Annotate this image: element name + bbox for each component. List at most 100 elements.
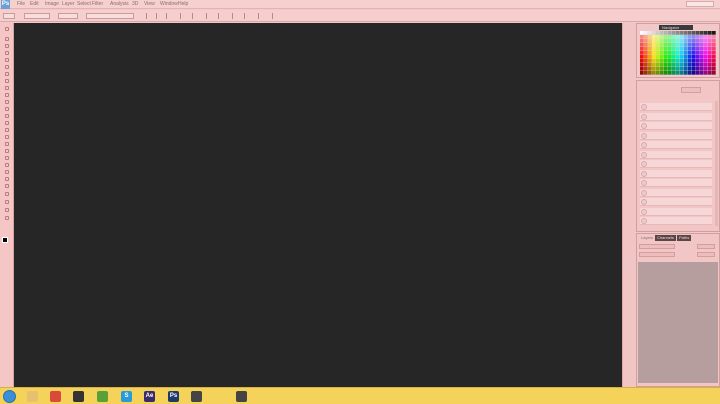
tool-button[interactable] [3,120,11,127]
align-icon[interactable] [156,13,160,19]
tool-button[interactable] [3,78,11,85]
style-preset-row[interactable] [640,198,712,206]
menu-item-3d[interactable]: 3D [132,1,138,7]
opacity-field[interactable] [697,244,715,249]
explorer-icon[interactable] [27,391,38,402]
swatch [708,63,712,67]
chrome-icon[interactable] [50,391,61,402]
style-preset-row[interactable] [640,141,712,149]
tool-button[interactable] [3,176,11,183]
panel-scrollbar[interactable] [715,101,718,226]
menu-item-layer[interactable]: Layer [62,1,75,7]
menu-item-window[interactable]: Window [160,1,178,7]
style-preset-row[interactable] [640,122,712,130]
tool-button[interactable] [3,162,11,169]
swatches-grid[interactable] [640,31,716,75]
skype-icon[interactable]: S [121,391,132,402]
tool-button[interactable] [3,155,11,162]
layers-list[interactable] [638,262,718,383]
workspace-switcher[interactable] [686,1,714,7]
tool-button[interactable] [3,148,11,155]
tab-channels[interactable]: Channels [655,235,676,241]
start-button[interactable] [3,390,16,403]
align-icon[interactable] [166,13,170,19]
style-preset-row[interactable] [640,169,712,178]
distribute-icon[interactable] [232,13,236,19]
app2-icon[interactable] [236,391,247,402]
fill-field[interactable] [697,252,715,257]
menu-item-filter[interactable]: Filter [92,1,103,7]
tool-button[interactable] [3,71,11,78]
menu-item-view[interactable]: View [144,1,155,7]
tab-paths[interactable]: Paths [677,235,692,241]
panel-menu-icon[interactable] [707,87,715,93]
lock-icons[interactable] [639,252,675,257]
distribute-icon[interactable] [218,13,222,19]
app-icon[interactable] [191,391,202,402]
tool-button[interactable] [3,141,11,148]
spotify-icon[interactable] [97,391,108,402]
tool-button[interactable] [3,169,11,176]
align-icon[interactable] [146,13,150,19]
style-preset-row[interactable] [640,150,712,159]
tool-button[interactable] [3,106,11,113]
distribute-icon[interactable] [272,13,276,19]
swatch [688,39,692,43]
paint-icon[interactable] [73,391,84,402]
foreground-color-swatch[interactable] [2,237,8,243]
tool-button[interactable] [3,134,11,141]
style-preset-row[interactable] [640,160,712,168]
distribute-icon[interactable] [206,13,210,19]
menu-item-help[interactable]: Help [178,1,188,7]
tool-button[interactable] [3,50,11,57]
document-canvas[interactable] [14,23,622,387]
tool-button[interactable] [3,127,11,134]
tool-button[interactable] [3,92,11,99]
tool-button[interactable] [3,85,11,92]
tool-button[interactable] [3,215,11,222]
menu-item-analysis[interactable]: Analysis [110,1,129,7]
swatch [696,47,700,51]
tool-button[interactable] [3,113,11,120]
tool-button[interactable] [3,199,11,206]
align-icon[interactable] [180,13,184,19]
menu-item-file[interactable]: File [17,1,25,7]
style-preset-row[interactable] [640,103,712,111]
align-icon[interactable] [192,13,196,19]
photoshop-icon[interactable]: Ps [168,391,179,402]
distribute-icon[interactable] [244,13,248,19]
menu-item-select[interactable]: Select [77,1,91,7]
tool-button[interactable] [3,43,11,50]
tab-navigator[interactable]: Navigator [659,25,693,30]
tool-button[interactable] [3,57,11,64]
style-preset-row[interactable] [640,131,712,140]
tool-button[interactable] [3,64,11,71]
swatch [684,63,688,67]
menu-item-edit[interactable]: Edit [30,1,39,7]
menu-item-image[interactable]: Image [45,1,59,7]
tool-button[interactable] [3,207,11,214]
style-preset-row[interactable] [640,179,712,187]
tool-button[interactable] [3,36,11,43]
style-preset-row[interactable] [640,188,712,197]
feather-field[interactable] [24,13,50,19]
photoshop-logo[interactable]: Ps [1,0,10,9]
blend-mode-select[interactable] [639,244,675,249]
swatch [704,39,708,43]
tool-button[interactable] [3,26,11,33]
tool-button[interactable] [3,191,11,198]
swatch [652,59,656,63]
tab-layers[interactable]: Layers [639,235,656,241]
tool-preset-picker[interactable] [3,13,15,19]
width-height-fields[interactable] [86,13,134,19]
tool-button[interactable] [3,99,11,106]
distribute-icon[interactable] [258,13,262,19]
swatch [684,47,688,51]
style-preset-row[interactable] [640,207,712,216]
panel-dropdown[interactable] [681,87,701,93]
style-select[interactable] [58,13,78,19]
style-preset-row[interactable] [640,112,712,121]
aftereffects-icon[interactable]: Ae [144,391,155,402]
tool-button[interactable] [3,183,11,190]
style-preset-row[interactable] [640,217,712,225]
